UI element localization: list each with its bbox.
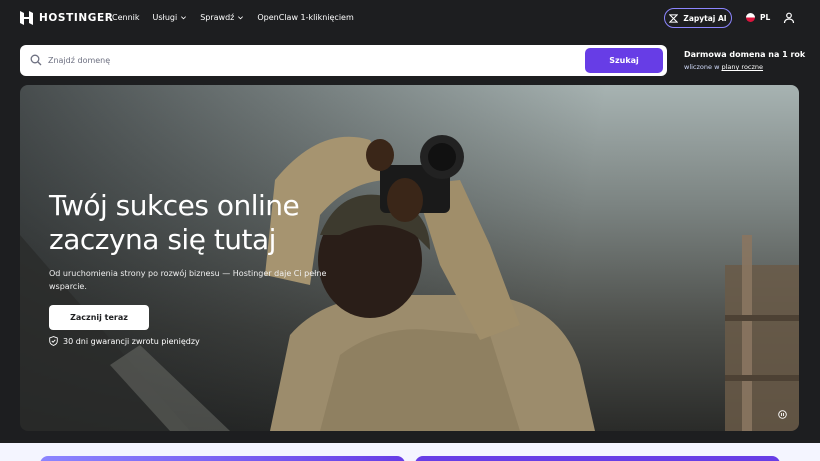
- ask-ai-label: Zapytaj AI: [683, 13, 727, 23]
- promo-subtitle-prefix: wliczone w: [684, 63, 722, 71]
- hero-title-line-2: zaczyna się tutaj: [49, 223, 276, 256]
- ask-ai-button[interactable]: Zapytaj AI: [664, 8, 732, 28]
- nav-link-label: OpenClaw 1-kliknięciem: [257, 13, 354, 22]
- chevron-down-icon: [238, 16, 244, 20]
- nav-link-cennik[interactable]: Cennik: [112, 13, 140, 22]
- guarantee-text: 30 dni gwarancji zwrotu pieniędzy: [63, 336, 200, 346]
- hero-photo-photographer: [20, 135, 799, 431]
- domain-search-box: Szukaj: [20, 45, 667, 76]
- nav-link-openclaw[interactable]: OpenClaw 1-kliknięciem: [257, 13, 353, 22]
- poland-flag-icon: [746, 13, 755, 22]
- start-now-button[interactable]: Zacznij teraz: [49, 305, 149, 330]
- pause-icon[interactable]: [778, 410, 787, 419]
- language-selector[interactable]: PL: [746, 13, 770, 22]
- money-back-guarantee: 30 dni gwarancji zwrotu pieniędzy: [49, 336, 200, 346]
- hero-banner: Twój sukces online zaczyna się tutaj Od …: [20, 85, 799, 431]
- promo-card-right: [415, 456, 780, 461]
- nav-link-sprawdz[interactable]: Sprawdź: [200, 13, 244, 22]
- search-button[interactable]: Szukaj: [585, 48, 663, 73]
- free-domain-promo: Darmowa domena na 1 rok wliczone w plany…: [684, 50, 805, 71]
- nav-link-label: Usługi: [152, 13, 178, 22]
- hero-description: Od uruchomienia strony po rozwój biznesu…: [49, 269, 327, 291]
- hero-title-line-1: Twój sukces online: [49, 189, 300, 222]
- promo-title: Darmowa domena na 1 rok: [684, 50, 806, 59]
- domain-search-input[interactable]: [48, 49, 588, 72]
- annual-plans-link[interactable]: plany roczne: [721, 63, 763, 71]
- nav-link-uslugi[interactable]: Usługi: [153, 13, 188, 22]
- logo-text: HOSTINGER: [39, 12, 114, 24]
- language-label: PL: [760, 13, 771, 22]
- user-icon[interactable]: [783, 12, 795, 24]
- hostinger-logo[interactable]: HOSTINGER: [20, 11, 113, 25]
- promo-subtitle: wliczone w plany roczne: [684, 63, 805, 71]
- nav-links: Cennik Usługi Sprawdź OpenClaw 1-kliknię…: [112, 13, 354, 22]
- sparkle-ai-icon: [669, 13, 679, 23]
- nav-link-label: Cennik: [112, 13, 140, 22]
- shield-check-icon: [49, 336, 58, 346]
- promo-card-left: [40, 456, 405, 461]
- search-icon: [30, 54, 42, 66]
- top-navigation: HOSTINGER Cennik Usługi Sprawdź OpenClaw…: [0, 0, 820, 36]
- hero-title: Twój sukces online zaczyna się tutaj: [49, 189, 300, 257]
- nav-link-label: Sprawdź: [200, 13, 235, 22]
- hostinger-logo-icon: [20, 11, 33, 25]
- chevron-down-icon: [181, 16, 187, 20]
